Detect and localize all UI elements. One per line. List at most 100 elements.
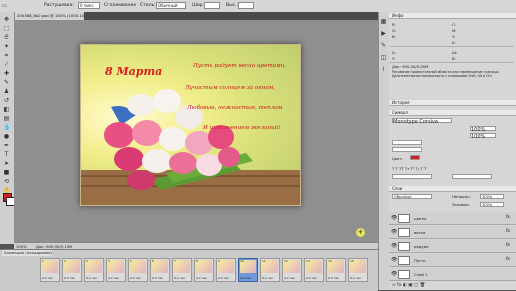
history-icon[interactable]: ▦	[380, 18, 387, 25]
frame-delay[interactable]: 0,2 сек	[42, 276, 53, 280]
frame-delay[interactable]: 0,2 сек	[64, 276, 75, 280]
visibility-eye-icon[interactable]: 👁	[391, 271, 397, 277]
gradient-tool-icon[interactable]: ▤	[3, 115, 10, 122]
visibility-eye-icon[interactable]: 👁	[391, 243, 397, 249]
info-panel-header[interactable]: Инфо	[389, 13, 516, 19]
layer-name: весна	[414, 230, 426, 235]
text-color-swatch[interactable]	[410, 155, 420, 160]
fill-input[interactable]: 100%	[480, 202, 504, 207]
layers-panel-header[interactable]: Слои	[389, 186, 516, 192]
shape-tool-icon[interactable]: ■	[3, 169, 10, 176]
animation-frame[interactable]: 3 0,2 сек	[84, 258, 104, 282]
healing-brush-icon[interactable]: ✚	[3, 70, 10, 77]
pen-tool-icon[interactable]: ✒	[3, 142, 10, 149]
visibility-eye-icon[interactable]: 👁	[391, 257, 397, 263]
layer-row[interactable]: 👁 весна fx	[389, 226, 516, 239]
actions-icon[interactable]: ▶	[380, 30, 387, 37]
cursor-highlight-icon: +	[356, 228, 365, 237]
animation-frame[interactable]: 8 0,2 сек	[194, 258, 214, 282]
marquee-tool-icon[interactable]: ⬚	[3, 25, 10, 32]
antialias-checkbox[interactable]: Сглаживание	[104, 3, 136, 8]
animation-frame[interactable]: 11 0,2 сек	[260, 258, 280, 282]
poem-line-3: Любовью, нежностью, теплом	[187, 105, 283, 111]
frame-delay[interactable]: 0,2 сек	[130, 276, 141, 280]
document-tab[interactable]: 200388_8b2.psd @ 100% (1000-100, RGB/8)	[14, 12, 84, 20]
info-y2-label: Y:	[392, 56, 396, 61]
type-tool-icon[interactable]: T	[3, 151, 10, 158]
style-select[interactable]: Обычный	[156, 2, 186, 9]
layer-row[interactable]: 👁 цветы fx	[389, 212, 516, 225]
opacity-input[interactable]: 100%	[480, 194, 504, 199]
layer-effects-icon[interactable]: fx	[506, 243, 510, 248]
channels-icon[interactable]: ◫	[380, 54, 387, 61]
frame-delay[interactable]: 0,2 сек	[152, 276, 163, 280]
frame-delay[interactable]: 0,2 сек	[328, 276, 339, 280]
frame-delay[interactable]: 0,2 сек	[218, 276, 229, 280]
blend-mode-select[interactable]: Обычные	[392, 194, 432, 199]
animation-frame[interactable]: 1 0,2 сек	[40, 258, 60, 282]
layer-row[interactable]: 👁 Слой 1	[389, 268, 516, 281]
animation-frame[interactable]: 4 0,2 сек	[106, 258, 126, 282]
layer-effects-icon[interactable]: fx	[506, 215, 510, 220]
paths-icon[interactable]: ⌇	[380, 66, 387, 73]
animation-frame[interactable]: 12 0,2 сек	[282, 258, 302, 282]
frame-delay[interactable]: 0,2 сек	[240, 276, 251, 280]
tool-preset-icon[interactable]: ▭	[2, 3, 7, 9]
feather-input[interactable]: 0 пикс.	[78, 2, 100, 9]
info-m-label: M:	[452, 28, 457, 33]
brush-tool-icon[interactable]: ✎	[3, 79, 10, 86]
height-input[interactable]	[238, 2, 254, 9]
blur-tool-icon[interactable]: 💧	[3, 124, 10, 131]
move-tool-icon[interactable]: ✥	[3, 16, 10, 23]
greeting-card-image[interactable]: 8 Марта Пусть радует весна цветами, Лучи…	[80, 44, 301, 206]
animation-frame[interactable]: 7 0,2 сек	[172, 258, 192, 282]
animation-frame[interactable]: 13 0,2 сек	[304, 258, 324, 282]
animation-frame[interactable]: 10 0,2 сек	[238, 258, 258, 282]
frame-delay[interactable]: 0,2 сек	[350, 276, 361, 280]
clone-stamp-icon[interactable]: ♟	[3, 88, 10, 95]
frame-delay[interactable]: 0,2 сек	[306, 276, 317, 280]
animation-frame[interactable]: 2 0,2 сек	[62, 258, 82, 282]
frame-delay[interactable]: 0,2 сек	[262, 276, 273, 280]
dodge-tool-icon[interactable]: ●	[3, 133, 10, 140]
animation-frame[interactable]: 5 0,2 сек	[128, 258, 148, 282]
feather-label: Растушевка:	[44, 3, 74, 8]
frame-delay[interactable]: 0,2 сек	[196, 276, 207, 280]
character-panel-header[interactable]: Символ	[389, 110, 516, 116]
layer-row[interactable]: 👁 Пусть fx	[389, 254, 516, 267]
font-family-select[interactable]: Monotype Corsiva	[392, 118, 452, 125]
animation-frame[interactable]: 6 0,2 сек	[150, 258, 170, 282]
animation-frame[interactable]: 15 0,2 сек	[348, 258, 368, 282]
layer-row[interactable]: 👁 радуют fx	[389, 240, 516, 253]
animation-frame[interactable]: 14 0,2 сек	[326, 258, 346, 282]
tracking-input[interactable]	[392, 147, 422, 152]
eyedropper-icon[interactable]: ⁄	[3, 61, 10, 68]
layer-effects-icon[interactable]: fx	[506, 257, 510, 262]
history-panel-header[interactable]: История	[389, 100, 516, 106]
animation-frame[interactable]: 9 0,2 сек	[216, 258, 236, 282]
magic-wand-icon[interactable]: ✦	[3, 43, 10, 50]
eraser-tool-icon[interactable]: ◧	[3, 106, 10, 113]
antialias-select[interactable]	[452, 174, 492, 179]
frame-delay[interactable]: 0,2 сек	[86, 276, 97, 280]
3d-rotate-icon[interactable]: ⟲	[3, 178, 10, 185]
font-size-input[interactable]	[392, 140, 422, 145]
vertical-scale-input[interactable]: 100%	[470, 126, 496, 133]
animation-tab[interactable]: Анимация (покадровая)	[2, 250, 52, 256]
layer-effects-icon[interactable]: fx	[506, 229, 510, 234]
frame-delay[interactable]: 0,2 сек	[108, 276, 119, 280]
lasso-tool-icon[interactable]: ᘓ	[3, 34, 10, 41]
language-select[interactable]	[392, 174, 432, 179]
visibility-eye-icon[interactable]: 👁	[391, 229, 397, 235]
frame-number: 4	[108, 259, 110, 263]
brush-panel-icon[interactable]: ✎	[380, 42, 387, 49]
frame-delay[interactable]: 0,2 сек	[284, 276, 295, 280]
horizontal-scale-input[interactable]: 100%	[470, 133, 496, 140]
path-select-icon[interactable]: ➤	[3, 160, 10, 167]
crop-tool-icon[interactable]: ⌗	[3, 52, 10, 59]
width-input[interactable]	[204, 2, 220, 9]
layer-panel-buttons[interactable]: ∞ fx ◐ ▣ ▢ 🗑	[392, 283, 425, 288]
frame-delay[interactable]: 0,2 сек	[174, 276, 185, 280]
history-brush-icon[interactable]: ↺	[3, 97, 10, 104]
visibility-eye-icon[interactable]: 👁	[391, 215, 397, 221]
